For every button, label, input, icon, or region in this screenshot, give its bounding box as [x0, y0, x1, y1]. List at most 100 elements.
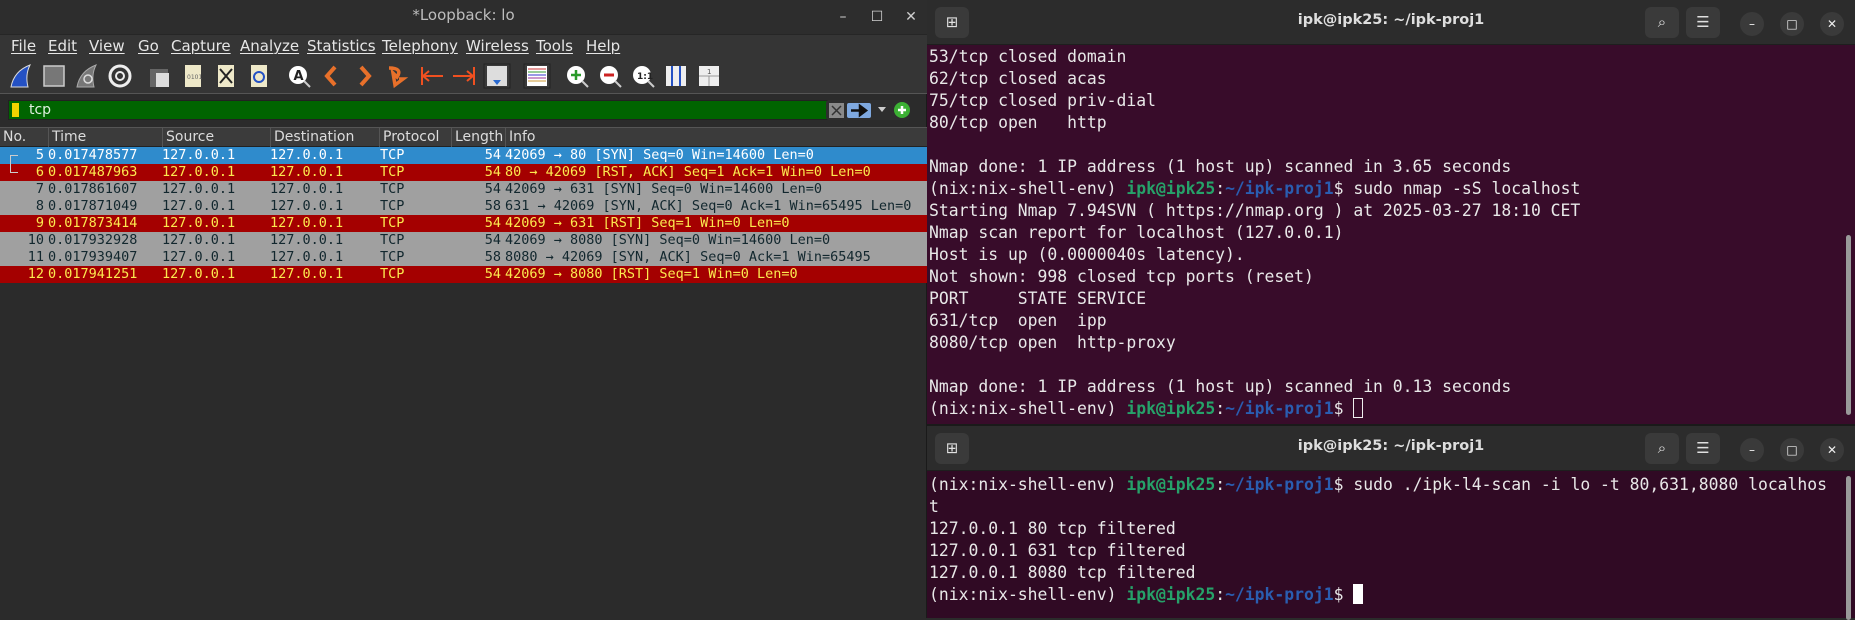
menu-statistics[interactable]: Statistics [307, 37, 376, 55]
reload-file-icon[interactable] [246, 63, 272, 89]
wireshark-window: *Loopback: lo – ☐ ✕ File Edit View Go Ca… [0, 0, 927, 618]
packet-dst: 127.0.0.1 [270, 147, 344, 163]
minimize-button[interactable]: – [1740, 438, 1764, 462]
menu-telephony[interactable]: Telephony [382, 37, 458, 55]
apply-filter-icon[interactable] [847, 103, 871, 118]
terminal-output[interactable]: 53/tcp closed domain 62/tcp closed acas 75… [929, 46, 1580, 420]
packet-row[interactable]: 12 0.017941251 127.0.0.1 127.0.0.1 TCP 54 4206… [0, 266, 927, 283]
column-source[interactable]: Source [162, 128, 270, 147]
display-filter-input[interactable]: tcp [8, 100, 828, 120]
terminal-line: (nix:nix-shell-env) ipk@ipk25:~/ipk-proj… [929, 584, 1827, 606]
menu-go[interactable]: Go [138, 37, 159, 55]
colorize-icon[interactable] [523, 63, 551, 89]
terminal-text: (nix:nix-shell-env) [929, 475, 1127, 494]
packet-row[interactable]: 6 0.017487963 127.0.0.1 127.0.0.1 TCP 54 80 → … [0, 164, 927, 181]
terminal-text: Not shown: 998 closed tcp ports (reset) [929, 267, 1314, 286]
packet-proto: TCP [380, 164, 405, 180]
clear-filter-icon[interactable] [829, 103, 844, 118]
close-button[interactable]: ✕ [1820, 12, 1844, 36]
prompt-user: ipk@ipk25 [1126, 399, 1216, 418]
bookmark-icon[interactable] [12, 103, 19, 117]
go-to-packet-icon[interactable] [383, 63, 409, 89]
layout-icon[interactable]: 1 [696, 63, 722, 89]
search-button[interactable]: ⌕ [1645, 7, 1679, 38]
column-length[interactable]: Length [451, 128, 505, 147]
maximize-button[interactable]: □ [1780, 12, 1804, 36]
open-file-icon[interactable] [147, 63, 173, 89]
resize-columns-icon[interactable] [663, 63, 689, 89]
start-capture-icon[interactable] [8, 63, 34, 89]
go-last-icon[interactable] [451, 63, 477, 89]
terminal-text: $ [1333, 399, 1354, 418]
go-first-icon[interactable] [419, 63, 445, 89]
save-file-icon[interactable]: 0101 [180, 63, 206, 89]
menu-button[interactable]: ☰ [1686, 7, 1720, 38]
close-file-icon[interactable] [213, 63, 239, 89]
terminal-line: 75/tcp closed priv-dial [929, 90, 1580, 112]
menu-button[interactable]: ☰ [1686, 433, 1720, 464]
add-filter-button-icon[interactable] [894, 102, 910, 118]
scrollbar[interactable] [1846, 235, 1851, 415]
packet-list: 5 0.017478577 127.0.0.1 127.0.0.1 TCP 54 42069… [0, 147, 927, 283]
svg-text:1: 1 [707, 68, 711, 76]
terminal-line: t [929, 496, 1827, 518]
prompt-path: ~/ipk-proj1 [1225, 179, 1334, 198]
terminal-output[interactable]: (nix:nix-shell-env) ipk@ipk25:~/ipk-proj… [929, 474, 1827, 606]
menu-capture[interactable]: Capture [171, 37, 231, 55]
zoom-in-icon[interactable] [564, 63, 590, 89]
terminal-text: Starting Nmap 7.94SVN ( https://nmap.org… [929, 201, 1581, 220]
column-no[interactable]: No. [0, 128, 48, 147]
packet-row[interactable]: 9 0.017873414 127.0.0.1 127.0.0.1 TCP 54 42069… [0, 215, 927, 232]
column-info[interactable]: Info [505, 128, 927, 147]
minimize-button[interactable]: – [1740, 12, 1764, 36]
search-button[interactable]: ⌕ [1645, 433, 1679, 464]
capture-options-icon[interactable] [107, 63, 133, 89]
menu-file[interactable]: File [11, 37, 36, 55]
packet-row[interactable]: 11 0.017939407 127.0.0.1 127.0.0.1 TCP 58 8080… [0, 249, 927, 266]
menu-tools[interactable]: Tools [536, 37, 573, 55]
terminal-text: Nmap done: 1 IP address (1 host up) scan… [929, 377, 1512, 396]
terminal-line: 631/tcp open ipp [929, 310, 1580, 332]
normal-size-icon[interactable]: 1:1 [630, 63, 656, 89]
zoom-out-icon[interactable] [597, 63, 623, 89]
menu-help[interactable]: Help [586, 37, 620, 55]
terminal-line: PORT STATE SERVICE [929, 288, 1580, 310]
stop-capture-icon[interactable] [41, 63, 67, 89]
terminal-text: : [1215, 585, 1226, 604]
filter-controls [826, 100, 910, 120]
menu-view[interactable]: View [89, 37, 125, 55]
autoscroll-icon[interactable] [483, 63, 511, 89]
packet-len: 54 [484, 232, 501, 248]
packet-row[interactable]: 10 0.017932928 127.0.0.1 127.0.0.1 TCP 54 4206… [0, 232, 927, 249]
menu-wireless[interactable]: Wireless [466, 37, 529, 55]
terminal-text: 127.0.0.1 631 tcp filtered [929, 541, 1186, 560]
go-forward-icon[interactable] [352, 63, 378, 89]
terminal-text: 80/tcp open http [929, 113, 1107, 132]
restart-capture-icon[interactable] [74, 63, 100, 89]
terminal-window-top: ⊞ ipk@ipk25: ~/ipk-proj1 ⌕ ☰ – □ ✕ 53/tc… [927, 0, 1855, 424]
packet-row[interactable]: 7 0.017861607 127.0.0.1 127.0.0.1 TCP 54 42069… [0, 181, 927, 198]
column-destination[interactable]: Destination [270, 128, 379, 147]
packet-row[interactable]: 5 0.017478577 127.0.0.1 127.0.0.1 TCP 54 42069… [0, 147, 927, 164]
minimize-button[interactable]: – [832, 6, 854, 28]
maximize-button[interactable]: □ [1780, 438, 1804, 462]
terminal-text: 631/tcp open ipp [929, 311, 1107, 330]
scrollbar[interactable] [1846, 476, 1851, 620]
close-button[interactable]: ✕ [1820, 438, 1844, 462]
packet-proto: TCP [380, 198, 405, 214]
close-button[interactable]: ✕ [900, 6, 922, 28]
column-protocol[interactable]: Protocol [379, 128, 451, 147]
display-filter-value[interactable]: tcp [29, 101, 51, 119]
filter-dropdown-icon[interactable] [878, 107, 886, 113]
packet-src: 127.0.0.1 [162, 249, 236, 265]
menu-edit[interactable]: Edit [48, 37, 77, 55]
maximize-button[interactable]: ☐ [866, 6, 888, 28]
packet-row[interactable]: 8 0.017871049 127.0.0.1 127.0.0.1 TCP 58 631 →… [0, 198, 927, 215]
column-time[interactable]: Time [48, 128, 162, 147]
go-back-icon[interactable] [318, 63, 344, 89]
packet-proto: TCP [380, 249, 405, 265]
packet-time: 0.017861607 [48, 181, 138, 197]
find-packet-icon[interactable]: A [286, 63, 312, 89]
menu-analyze[interactable]: Analyze [240, 37, 299, 55]
packet-info: 631 → 42069 [SYN, ACK] Seq=0 Ack=1 Win=6… [505, 198, 912, 214]
